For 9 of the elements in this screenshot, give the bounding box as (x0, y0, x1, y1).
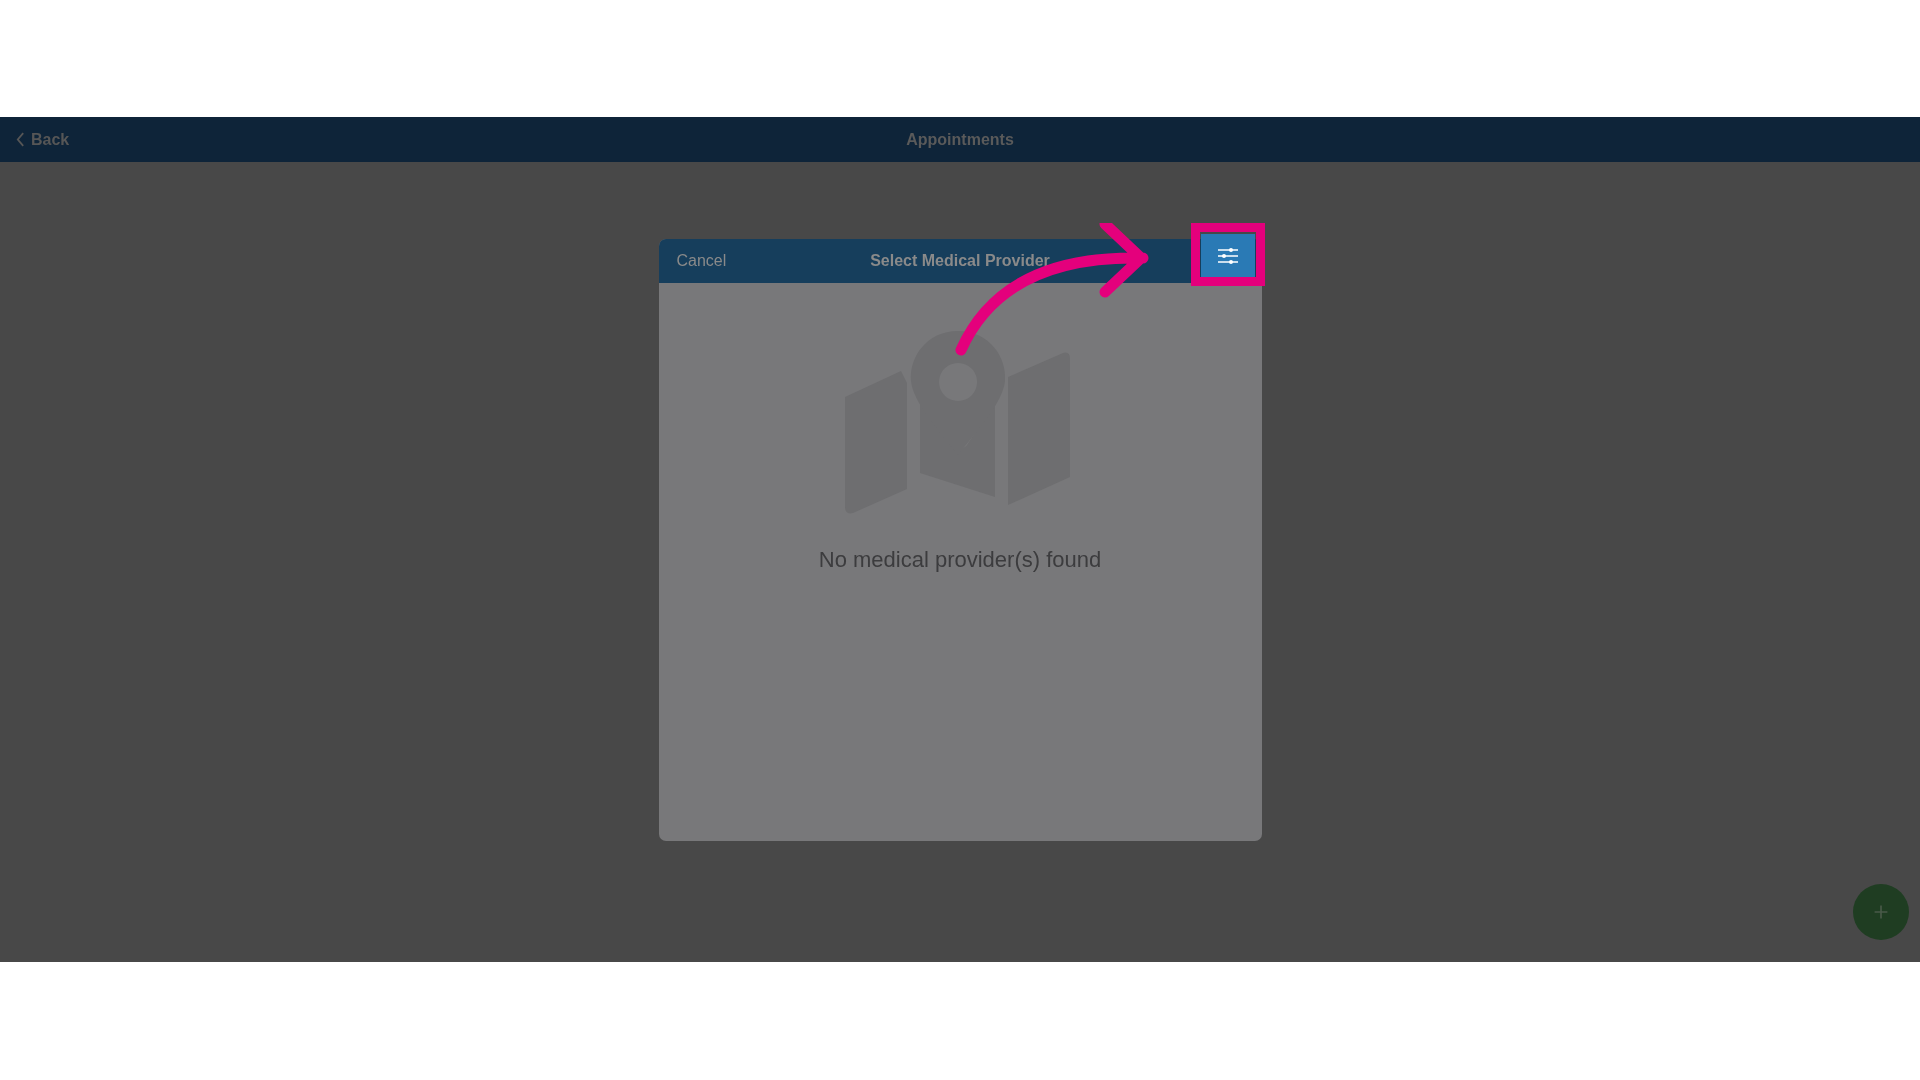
chevron-left-icon (16, 132, 25, 147)
plus-icon (1873, 904, 1889, 920)
cancel-button[interactable]: Cancel (676, 252, 727, 270)
dialog-title: Select Medical Provider (870, 252, 1050, 270)
sliders-icon (1216, 247, 1240, 265)
page-title: Appointments (906, 130, 1014, 149)
filter-button[interactable] (1201, 234, 1255, 278)
empty-message: No medical provider(s) found (818, 547, 1102, 573)
back-button[interactable]: Back (16, 130, 70, 149)
